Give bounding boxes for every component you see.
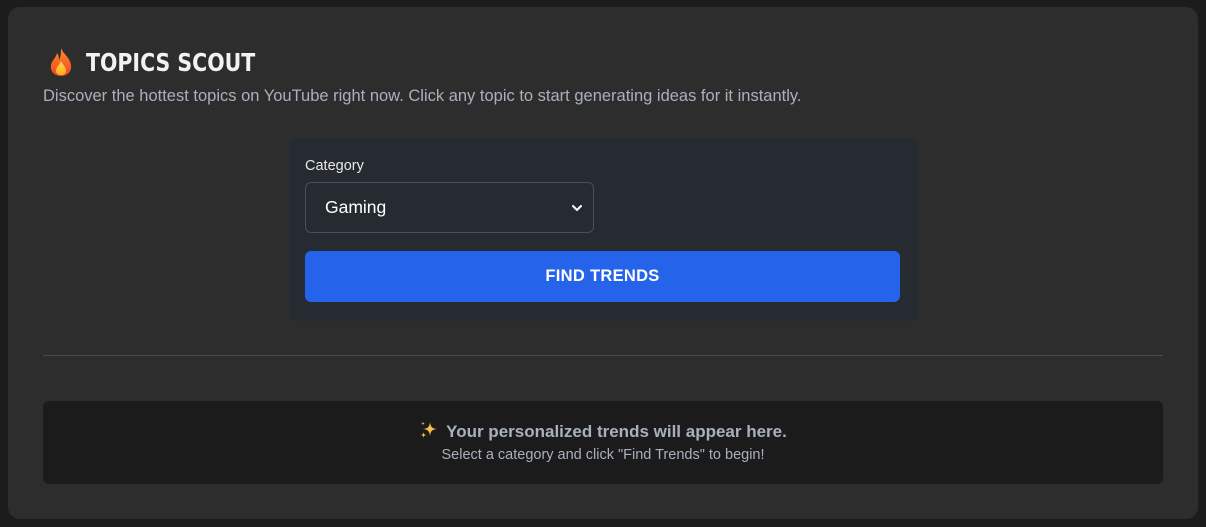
results-placeholder: Your personalized trends will appear her… (43, 401, 1163, 484)
page-subtitle: Discover the hottest topics on YouTube r… (43, 87, 802, 105)
results-heading: Your personalized trends will appear her… (446, 422, 787, 441)
chevron-down-icon (572, 205, 582, 211)
results-hint: Select a category and click "Find Trends… (441, 447, 765, 463)
results-heading-row: Your personalized trends will appear her… (43, 420, 1163, 442)
category-form-panel: Category Gaming FIND TRENDS (289, 138, 918, 321)
category-label: Category (305, 158, 364, 174)
page-title: TOPICS SCOUT (86, 47, 256, 77)
category-select-value: Gaming (325, 197, 387, 217)
find-trends-button[interactable]: FIND TRENDS (305, 251, 900, 302)
topics-scout-card: TOPICS SCOUT Discover the hottest topics… (8, 7, 1198, 519)
sparkles-icon (420, 421, 438, 438)
fire-icon (50, 48, 72, 76)
category-select[interactable]: Gaming (305, 182, 594, 233)
section-divider (43, 355, 1163, 356)
title-row: TOPICS SCOUT (48, 47, 292, 77)
